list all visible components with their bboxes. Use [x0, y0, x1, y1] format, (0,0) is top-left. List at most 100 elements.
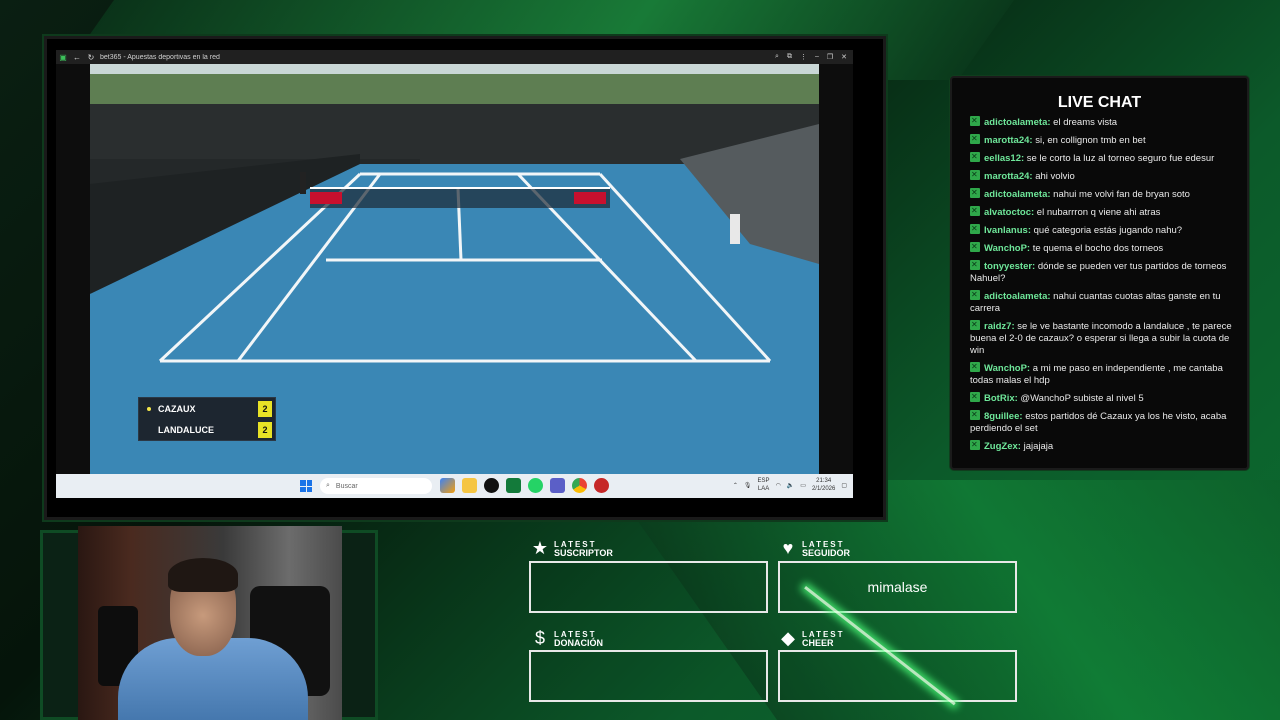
chat-message: adictoalameta: nahui me volvi fan de bry… — [970, 187, 1234, 201]
chat-badge-icon — [970, 409, 980, 421]
chat-message: 8guillee: estos partidos dé Cazaux ya lo… — [970, 409, 1234, 435]
latest-donacion-box — [529, 650, 768, 702]
minimize-icon[interactable]: – — [815, 53, 819, 61]
chat-badge-icon — [970, 151, 980, 163]
extensions-icon[interactable]: ⧉ — [787, 53, 792, 61]
chat-message: raidz7: se le ve bastante incomodo a lan… — [970, 319, 1234, 357]
chat-badge-icon — [970, 391, 980, 403]
diamond-icon: ◆ — [781, 628, 795, 648]
chat-username[interactable]: raidz7: — [984, 321, 1015, 332]
mic-icon[interactable]: 🎙 — [744, 482, 752, 489]
battery-icon[interactable]: ▭ — [800, 482, 806, 489]
chat-username[interactable]: eellas12: — [984, 153, 1024, 164]
obs-icon[interactable] — [594, 478, 609, 493]
chat-badge-icon — [970, 116, 980, 127]
chrome-icon[interactable] — [572, 478, 587, 493]
chat-badge-icon — [970, 289, 980, 301]
chat-message: adictoalameta: el dreams vista — [970, 116, 1234, 129]
chat-username[interactable]: tonyyester: — [984, 261, 1035, 272]
language-indicator[interactable]: ESP LAA — [758, 477, 770, 493]
chat-username[interactable]: BotRix: — [984, 393, 1018, 404]
clock-date: 2/1/2026 — [811, 486, 836, 492]
search-placeholder: Buscar — [335, 482, 358, 490]
zoom-icon[interactable]: ⌕ — [775, 53, 779, 61]
folder-icon[interactable] — [462, 478, 477, 493]
chat-text: @WanchoP subiste al nivel 5 — [1020, 393, 1144, 404]
scoreboard-row: CAZAUX 2 — [139, 398, 275, 419]
app-icon: ▣ — [59, 52, 67, 62]
chat-username[interactable]: 8guillee: — [984, 411, 1023, 422]
chat-message: marotta24: ahi volvio — [970, 169, 1234, 183]
chat-text: nahui me volvi fan de bryan soto — [1053, 189, 1190, 200]
wifi-icon[interactable]: ◠ — [776, 482, 781, 489]
chat-badge-icon — [970, 259, 980, 271]
label-big: SUSCRIPTOR — [554, 547, 613, 558]
latest-seguidor-box: mimalase — [778, 561, 1017, 613]
live-chat-panel: LIVE CHAT adictoalameta: el dreams vista… — [950, 76, 1249, 470]
chat-text: el dreams vista — [1053, 117, 1118, 128]
star-icon: ★ — [531, 538, 549, 558]
chat-username[interactable]: marotta24: — [984, 135, 1033, 146]
chat-message: BotRix: @WanchoP subiste al nivel 5 — [970, 391, 1234, 405]
chat-message: ZugZex: jajajaja — [970, 439, 1234, 453]
label-big: CHEER — [802, 637, 834, 648]
chat-username[interactable]: WanchoP: — [984, 363, 1030, 374]
notifications-icon[interactable]: ▢ — [841, 482, 847, 489]
volume-icon[interactable]: 🔈 — [787, 482, 794, 489]
copilot-icon[interactable] — [440, 478, 455, 493]
chat-message-list[interactable]: adictoalameta: el dreams vista marotta24… — [970, 116, 1234, 456]
chat-text: ahi volvio — [1035, 171, 1075, 182]
back-icon[interactable]: ← — [70, 53, 84, 62]
scoreboard-row: LANDALUCE 2 — [139, 419, 275, 440]
serve-indicator-icon — [147, 406, 151, 411]
tiktok-icon[interactable] — [484, 478, 499, 493]
chat-message: WanchoP: a mi me paso en independiente ,… — [970, 361, 1234, 387]
latest-seguidor-label: ♥ LATEST SEGUIDOR — [778, 538, 850, 559]
system-tray: ⌃ 🎙 ESP LAA ◠ 🔈 ▭ 21:34 2/1/2026 ▢ — [733, 477, 847, 493]
chat-badge-icon — [970, 361, 980, 373]
browser-title-bar: ▣ ← ↻ bet365 - Apuestas deportivas en la… — [56, 50, 853, 64]
windows-start-icon[interactable] — [300, 480, 312, 492]
clock[interactable]: 21:34 2/1/2026 — [812, 477, 835, 493]
chat-badge-icon — [970, 223, 980, 235]
chat-text: el nubarrron q viene ahi atras — [1036, 207, 1161, 218]
chat-username[interactable]: adictoalameta: — [984, 189, 1051, 200]
teams-icon[interactable] — [550, 478, 565, 493]
player-score: 2 — [258, 400, 272, 417]
chat-username[interactable]: adictoalameta: — [984, 117, 1051, 128]
chat-badge-icon — [970, 439, 980, 451]
close-icon[interactable]: ✕ — [841, 53, 847, 61]
chat-badge-icon — [970, 319, 980, 331]
chat-username[interactable]: alvatoctoc: — [984, 207, 1034, 218]
whatsapp-icon[interactable] — [528, 478, 543, 493]
restore-icon[interactable]: ❐ — [827, 53, 833, 61]
label-big: DONACIÓN — [554, 637, 603, 648]
chat-text: te quema el bocho dos torneos — [1032, 243, 1164, 254]
taskbar-search[interactable]: ⌕ Buscar — [320, 478, 432, 494]
lang-layout: LAA — [757, 486, 770, 492]
reload-icon[interactable]: ↻ — [84, 53, 98, 62]
player-score: 2 — [258, 421, 272, 438]
chat-text: se le corto la luz al torneo seguro fue … — [1026, 153, 1215, 164]
taskbar-apps — [440, 478, 609, 493]
chat-username[interactable]: ZugZex: — [984, 441, 1021, 452]
search-icon: ⌕ — [326, 482, 330, 489]
chat-text: qué categoria estás jugando nahu? — [1033, 225, 1183, 236]
webcam-feed — [78, 526, 342, 720]
chevron-up-icon[interactable]: ⌃ — [733, 482, 738, 489]
latest-suscriptor-label: ★ LATEST SUSCRIPTOR — [530, 538, 613, 559]
chat-username[interactable]: Ivanlanus: — [984, 225, 1031, 236]
chat-username[interactable]: adictoalameta: — [984, 291, 1051, 302]
chat-badge-icon — [970, 169, 980, 181]
chat-username[interactable]: marotta24: — [984, 171, 1033, 182]
chat-text: si, en collignon tmb en bet — [1035, 135, 1146, 146]
chat-username[interactable]: WanchoP: — [984, 243, 1030, 254]
chat-message: adictoalameta: nahui cuantas cuotas alta… — [970, 289, 1234, 315]
scoreboard: CAZAUX 2 LANDALUCE 2 — [138, 397, 276, 441]
chat-message: eellas12: se le corto la luz al torneo s… — [970, 151, 1234, 165]
latest-donacion-label: $ LATEST DONACIÓN — [530, 628, 603, 649]
streamer-hair — [168, 558, 238, 592]
bet365-icon[interactable] — [506, 478, 521, 493]
menu-icon[interactable]: ⋮ — [800, 53, 807, 61]
chat-badge-icon — [970, 187, 980, 199]
